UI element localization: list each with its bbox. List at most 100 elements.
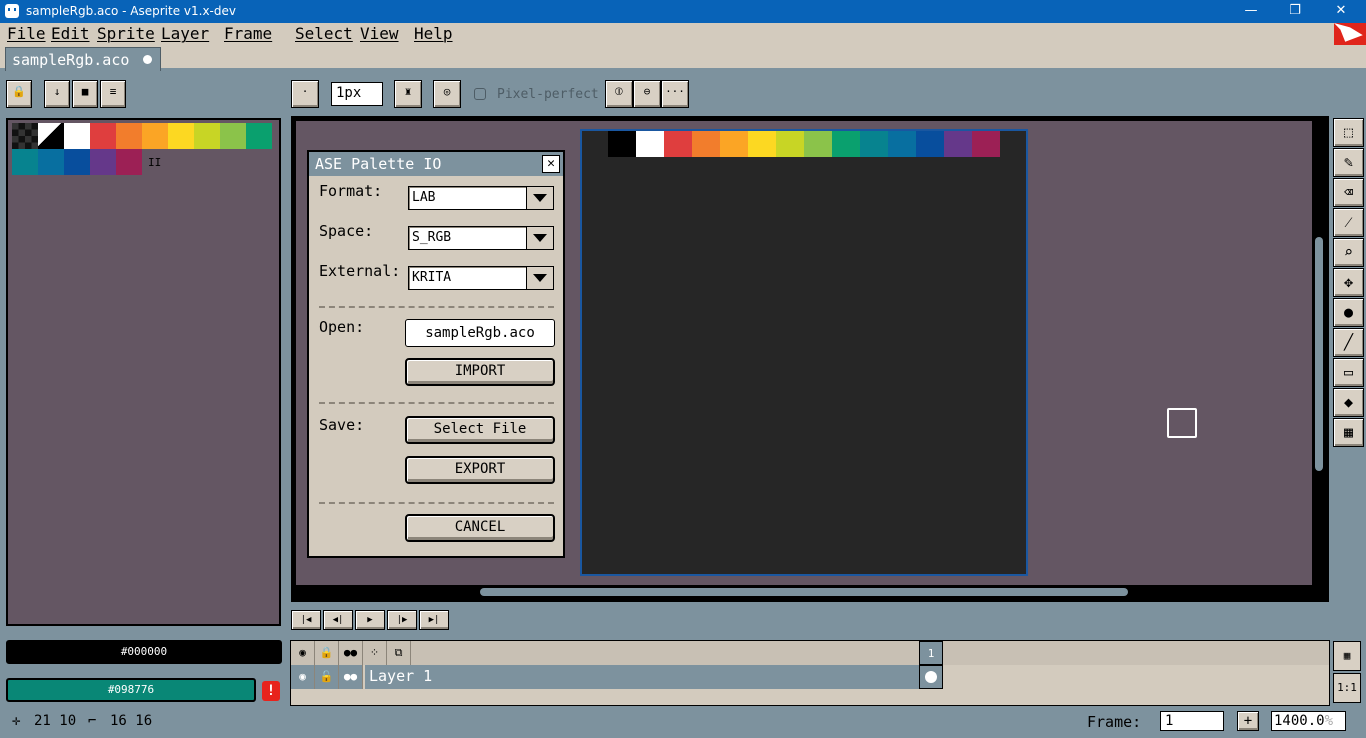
palette-swatch[interactable] [90, 123, 116, 149]
menu-sprite[interactable]: Sprite [97, 24, 155, 43]
menu-edit[interactable]: Edit [51, 24, 90, 43]
palette-swatch[interactable] [64, 123, 90, 149]
modified-dot-icon[interactable] [143, 55, 152, 64]
chevron-down-icon[interactable] [526, 186, 554, 210]
chevron-down-icon[interactable] [526, 266, 554, 290]
layer-lock-icon[interactable]: 🔓 [315, 665, 339, 689]
cancel-button[interactable]: CANCEL [405, 514, 555, 542]
eraser-tool-icon[interactable]: ⌫ [1333, 178, 1364, 207]
cel-frame-1[interactable] [919, 665, 943, 689]
palette-swatch[interactable] [38, 149, 64, 175]
paint-bucket-tool-icon[interactable]: ● [1333, 298, 1364, 327]
frame-number-header[interactable]: 1 [919, 641, 943, 665]
ase-palette-io-dialog: ASE Palette IO ✕ Format: LAB Space: S_RG… [307, 150, 565, 558]
maximize-button[interactable]: ❐ [1272, 0, 1318, 23]
menu-help[interactable]: Help [414, 24, 453, 43]
palette-swatch[interactable] [90, 149, 116, 175]
cursor-position-icon: ✛ [12, 713, 21, 729]
menu-frame[interactable]: Frame [224, 24, 272, 43]
menu-select[interactable]: Select [295, 24, 353, 43]
sprite-canvas[interactable] [580, 129, 1028, 576]
vertical-scrollbar[interactable] [1315, 237, 1323, 471]
warning-icon[interactable]: ! [262, 681, 280, 701]
format-select[interactable]: LAB [408, 186, 554, 210]
sprite-pixel [888, 131, 916, 157]
timeline-header: ◉ 🔒 ●● ⁘ ⧉ 1 [291, 641, 1329, 665]
chevron-down-icon[interactable] [526, 226, 554, 250]
palette-lock-icon[interactable]: 🔒 [6, 80, 32, 108]
palette-swatch[interactable] [194, 123, 220, 149]
symmetry-icon[interactable]: ⦶ [605, 80, 633, 108]
export-button[interactable]: EXPORT [405, 456, 555, 484]
first-frame-button[interactable]: |◀ [291, 610, 321, 630]
space-select[interactable]: S_RGB [408, 226, 554, 250]
foreground-color-button[interactable]: #000000 [6, 640, 282, 664]
menu-layer[interactable]: Layer [161, 24, 209, 43]
pixel-perfect-checkbox[interactable] [474, 88, 486, 100]
news-flag-icon[interactable] [1334, 23, 1366, 45]
tab-sampleRgb[interactable]: sampleRgb.aco [5, 47, 161, 71]
layer-name[interactable]: Layer 1 [365, 665, 919, 689]
zoom-tool-icon[interactable]: ⌕ [1333, 238, 1364, 267]
layer-continuous-icon[interactable]: ●● [339, 665, 363, 689]
open-file-button[interactable]: sampleRgb.aco [405, 319, 555, 347]
eyedropper-tool-icon[interactable]: ⁄ [1333, 208, 1364, 237]
move-tool-icon[interactable]: ✥ [1333, 268, 1364, 297]
fg-color-label: #000000 [120, 645, 168, 658]
zoom-one-to-one-icon[interactable]: 1:1 [1333, 673, 1361, 703]
palette-swatch[interactable] [168, 123, 194, 149]
brush-size-input[interactable]: 1px [331, 82, 383, 106]
palette-swatch[interactable] [38, 123, 64, 149]
timeline-toggle-icon[interactable]: ▦ [1333, 641, 1361, 671]
pencil-tool-icon[interactable]: ✎ [1333, 148, 1364, 177]
continuous-icon[interactable]: ●● [339, 641, 363, 665]
add-frame-button[interactable]: + [1237, 711, 1259, 731]
palette-options-icon[interactable]: ≡ [100, 80, 126, 108]
dynamics-icon[interactable]: ⊖ [633, 80, 661, 108]
palette-swatch[interactable] [142, 123, 168, 149]
blur-tool-icon[interactable]: ▦ [1333, 418, 1364, 447]
minimize-button[interactable]: — [1228, 0, 1274, 23]
line-tool-icon[interactable]: ╱ [1333, 328, 1364, 357]
onion-skin-icon[interactable]: ⧉ [387, 641, 411, 665]
palette-swatch[interactable] [246, 123, 272, 149]
layer-visibility-icon[interactable]: ◉ [291, 665, 315, 689]
palette-swatch[interactable] [116, 149, 142, 175]
external-select[interactable]: KRITA [408, 266, 554, 290]
dialog-close-button[interactable]: ✕ [542, 155, 560, 173]
menu-view[interactable]: View [360, 24, 399, 43]
menu-file[interactable]: File [7, 24, 46, 43]
last-frame-button[interactable]: ▶| [419, 610, 449, 630]
background-color-button[interactable]: #098776 [6, 678, 256, 702]
palette-swatch[interactable] [12, 123, 38, 149]
horizontal-scrollbar[interactable] [480, 588, 1128, 596]
import-button[interactable]: IMPORT [405, 358, 555, 386]
palette-resize-handle[interactable]: II [148, 156, 161, 169]
palette-swatch[interactable] [12, 149, 38, 175]
timeline: ◉ 🔒 ●● ⁘ ⧉ 1 ◉ 🔓 ●● Layer 1 [290, 640, 1330, 706]
ink-icon[interactable]: ♜ [394, 80, 422, 108]
palette-swatch[interactable] [64, 149, 90, 175]
close-window-button[interactable]: ✕ [1318, 0, 1364, 23]
next-frame-button[interactable]: |▶ [387, 610, 417, 630]
palette-sort-icon[interactable]: ↓ [44, 80, 70, 108]
visibility-icon[interactable]: ◉ [291, 641, 315, 665]
opacity-icon[interactable]: ◎ [433, 80, 461, 108]
rectangle-tool-icon[interactable]: ▭ [1333, 358, 1364, 387]
select-file-button[interactable]: Select File [405, 416, 555, 444]
frame-input[interactable]: 1 [1160, 711, 1224, 731]
sprite-pixel [972, 131, 1000, 157]
layer-tree-icon[interactable]: ⁘ [363, 641, 387, 665]
palette-presets-icon[interactable]: ■ [72, 80, 98, 108]
palette-swatch[interactable] [116, 123, 142, 149]
brush-type-icon[interactable]: · [291, 80, 319, 108]
contour-tool-icon[interactable]: ◆ [1333, 388, 1364, 417]
more-options-icon[interactable]: ··· [661, 80, 689, 108]
marquee-tool-icon[interactable]: ⬚ [1333, 118, 1364, 147]
sprite-pixel [804, 131, 832, 157]
play-button[interactable]: ▶ [355, 610, 385, 630]
palette-swatch[interactable] [220, 123, 246, 149]
previous-frame-button[interactable]: ◀| [323, 610, 353, 630]
lock-icon[interactable]: 🔒 [315, 641, 339, 665]
zoom-input[interactable]: 1400.0% [1271, 711, 1346, 731]
